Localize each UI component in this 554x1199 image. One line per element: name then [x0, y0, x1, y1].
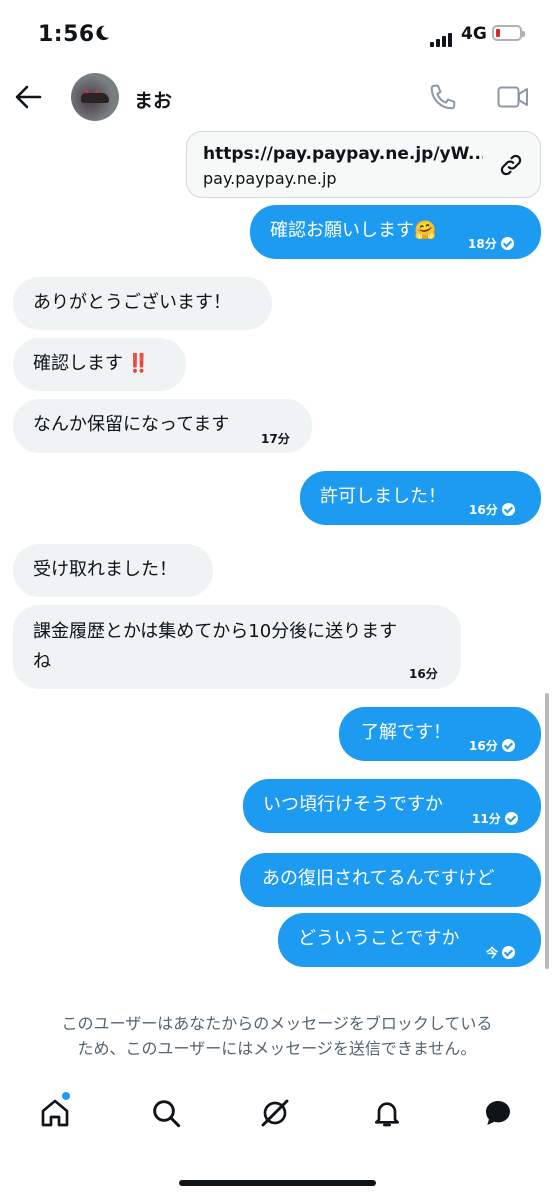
scrollbar[interactable] — [545, 693, 549, 969]
phone-icon[interactable] — [428, 82, 458, 112]
message-time: 今 — [486, 946, 499, 960]
home-icon[interactable] — [39, 1097, 71, 1129]
sent-check-icon — [500, 237, 514, 250]
link-domain: pay.paypay.ne.jp — [203, 169, 337, 188]
message-text: あの復旧されてるんですけど — [262, 868, 495, 889]
sent-check-icon — [504, 812, 518, 825]
battery-icon — [492, 25, 525, 41]
blocked-notice-line2: ため、このユーザーにはメッセージを送信できません。 — [77, 1039, 477, 1058]
message-text: どういうことですか — [298, 928, 460, 949]
message-bubble-incoming[interactable]: ありがとうございます！ — [13, 277, 272, 330]
video-call-icon[interactable] — [497, 85, 529, 109]
contact-name[interactable]: まお — [134, 86, 172, 113]
message-emoji: ‼️ — [127, 353, 150, 374]
message-bubble-outgoing[interactable]: 了解です！ 16分 — [339, 707, 541, 761]
message-bubble-incoming[interactable]: 確認します ‼️ — [13, 338, 186, 391]
moon-icon — [96, 25, 110, 41]
message-bubble-incoming[interactable]: なんか保留になってます 17分 — [13, 399, 312, 453]
message-bubble-outgoing[interactable]: 確認お願いします🤗 18分 — [250, 205, 541, 259]
search-icon[interactable] — [150, 1097, 182, 1129]
sent-check-icon — [501, 739, 515, 752]
message-bubble-outgoing[interactable]: 許可しました！ 16分 — [300, 471, 541, 525]
message-text-line2: ね — [33, 651, 51, 672]
message-bubble-outgoing[interactable]: どういうことですか 今 — [278, 913, 541, 967]
status-time: 1:56 — [38, 22, 95, 47]
messages-icon[interactable] — [481, 1097, 515, 1129]
sent-check-icon — [501, 503, 515, 516]
message-bubble-incoming[interactable]: 受け取れました！ — [13, 544, 213, 597]
message-text: 確認お願いします — [270, 220, 414, 241]
message-emoji: 🤗 — [414, 220, 437, 241]
grok-icon[interactable] — [259, 1097, 291, 1129]
signal-icon — [430, 28, 454, 47]
message-bubble-incoming[interactable]: 課金履歴とかは集めてから10分後に送ります ね 16分 — [13, 605, 461, 689]
notification-badge — [62, 1092, 70, 1100]
network-label: 4G — [461, 24, 487, 44]
message-text-line1: 課金履歴とかは集めてから10分後に送ります — [33, 621, 398, 642]
link-url: https://pay.paypay.ne.jp/yW... — [203, 144, 483, 164]
message-time: 16分 — [409, 667, 438, 681]
message-time: 18分 — [468, 237, 497, 251]
link-preview-card[interactable]: https://pay.paypay.ne.jp/yW... pay.paypa… — [186, 131, 541, 198]
message-text: 了解です！ — [361, 722, 451, 743]
message-text: 受け取れました！ — [33, 559, 177, 580]
message-text: 許可しました！ — [320, 486, 446, 507]
message-text: ありがとうございます！ — [33, 292, 231, 313]
message-bubble-outgoing[interactable]: あの復旧されてるんですけど — [240, 853, 541, 907]
avatar[interactable] — [71, 73, 119, 121]
message-bubble-outgoing[interactable]: いつ頃行けそうですか 11分 — [243, 779, 541, 833]
message-text: いつ頃行けそうですか — [263, 794, 443, 815]
link-icon — [500, 154, 522, 176]
message-time: 16分 — [469, 739, 498, 753]
message-text: なんか保留になってます — [33, 414, 230, 435]
back-arrow-icon[interactable] — [14, 84, 42, 110]
sent-check-icon — [502, 946, 516, 959]
blocked-notice: このユーザーはあなたからのメッセージをブロックしている ため、このユーザーにはメ… — [0, 1011, 554, 1061]
notifications-icon[interactable] — [371, 1097, 403, 1129]
home-indicator — [179, 1180, 376, 1186]
message-time: 11分 — [472, 812, 501, 826]
message-text: 確認します — [33, 353, 123, 374]
message-time: 16分 — [469, 503, 498, 517]
message-time: 17分 — [261, 432, 290, 446]
blocked-notice-line1: このユーザーはあなたからのメッセージをブロックしている — [61, 1014, 493, 1033]
